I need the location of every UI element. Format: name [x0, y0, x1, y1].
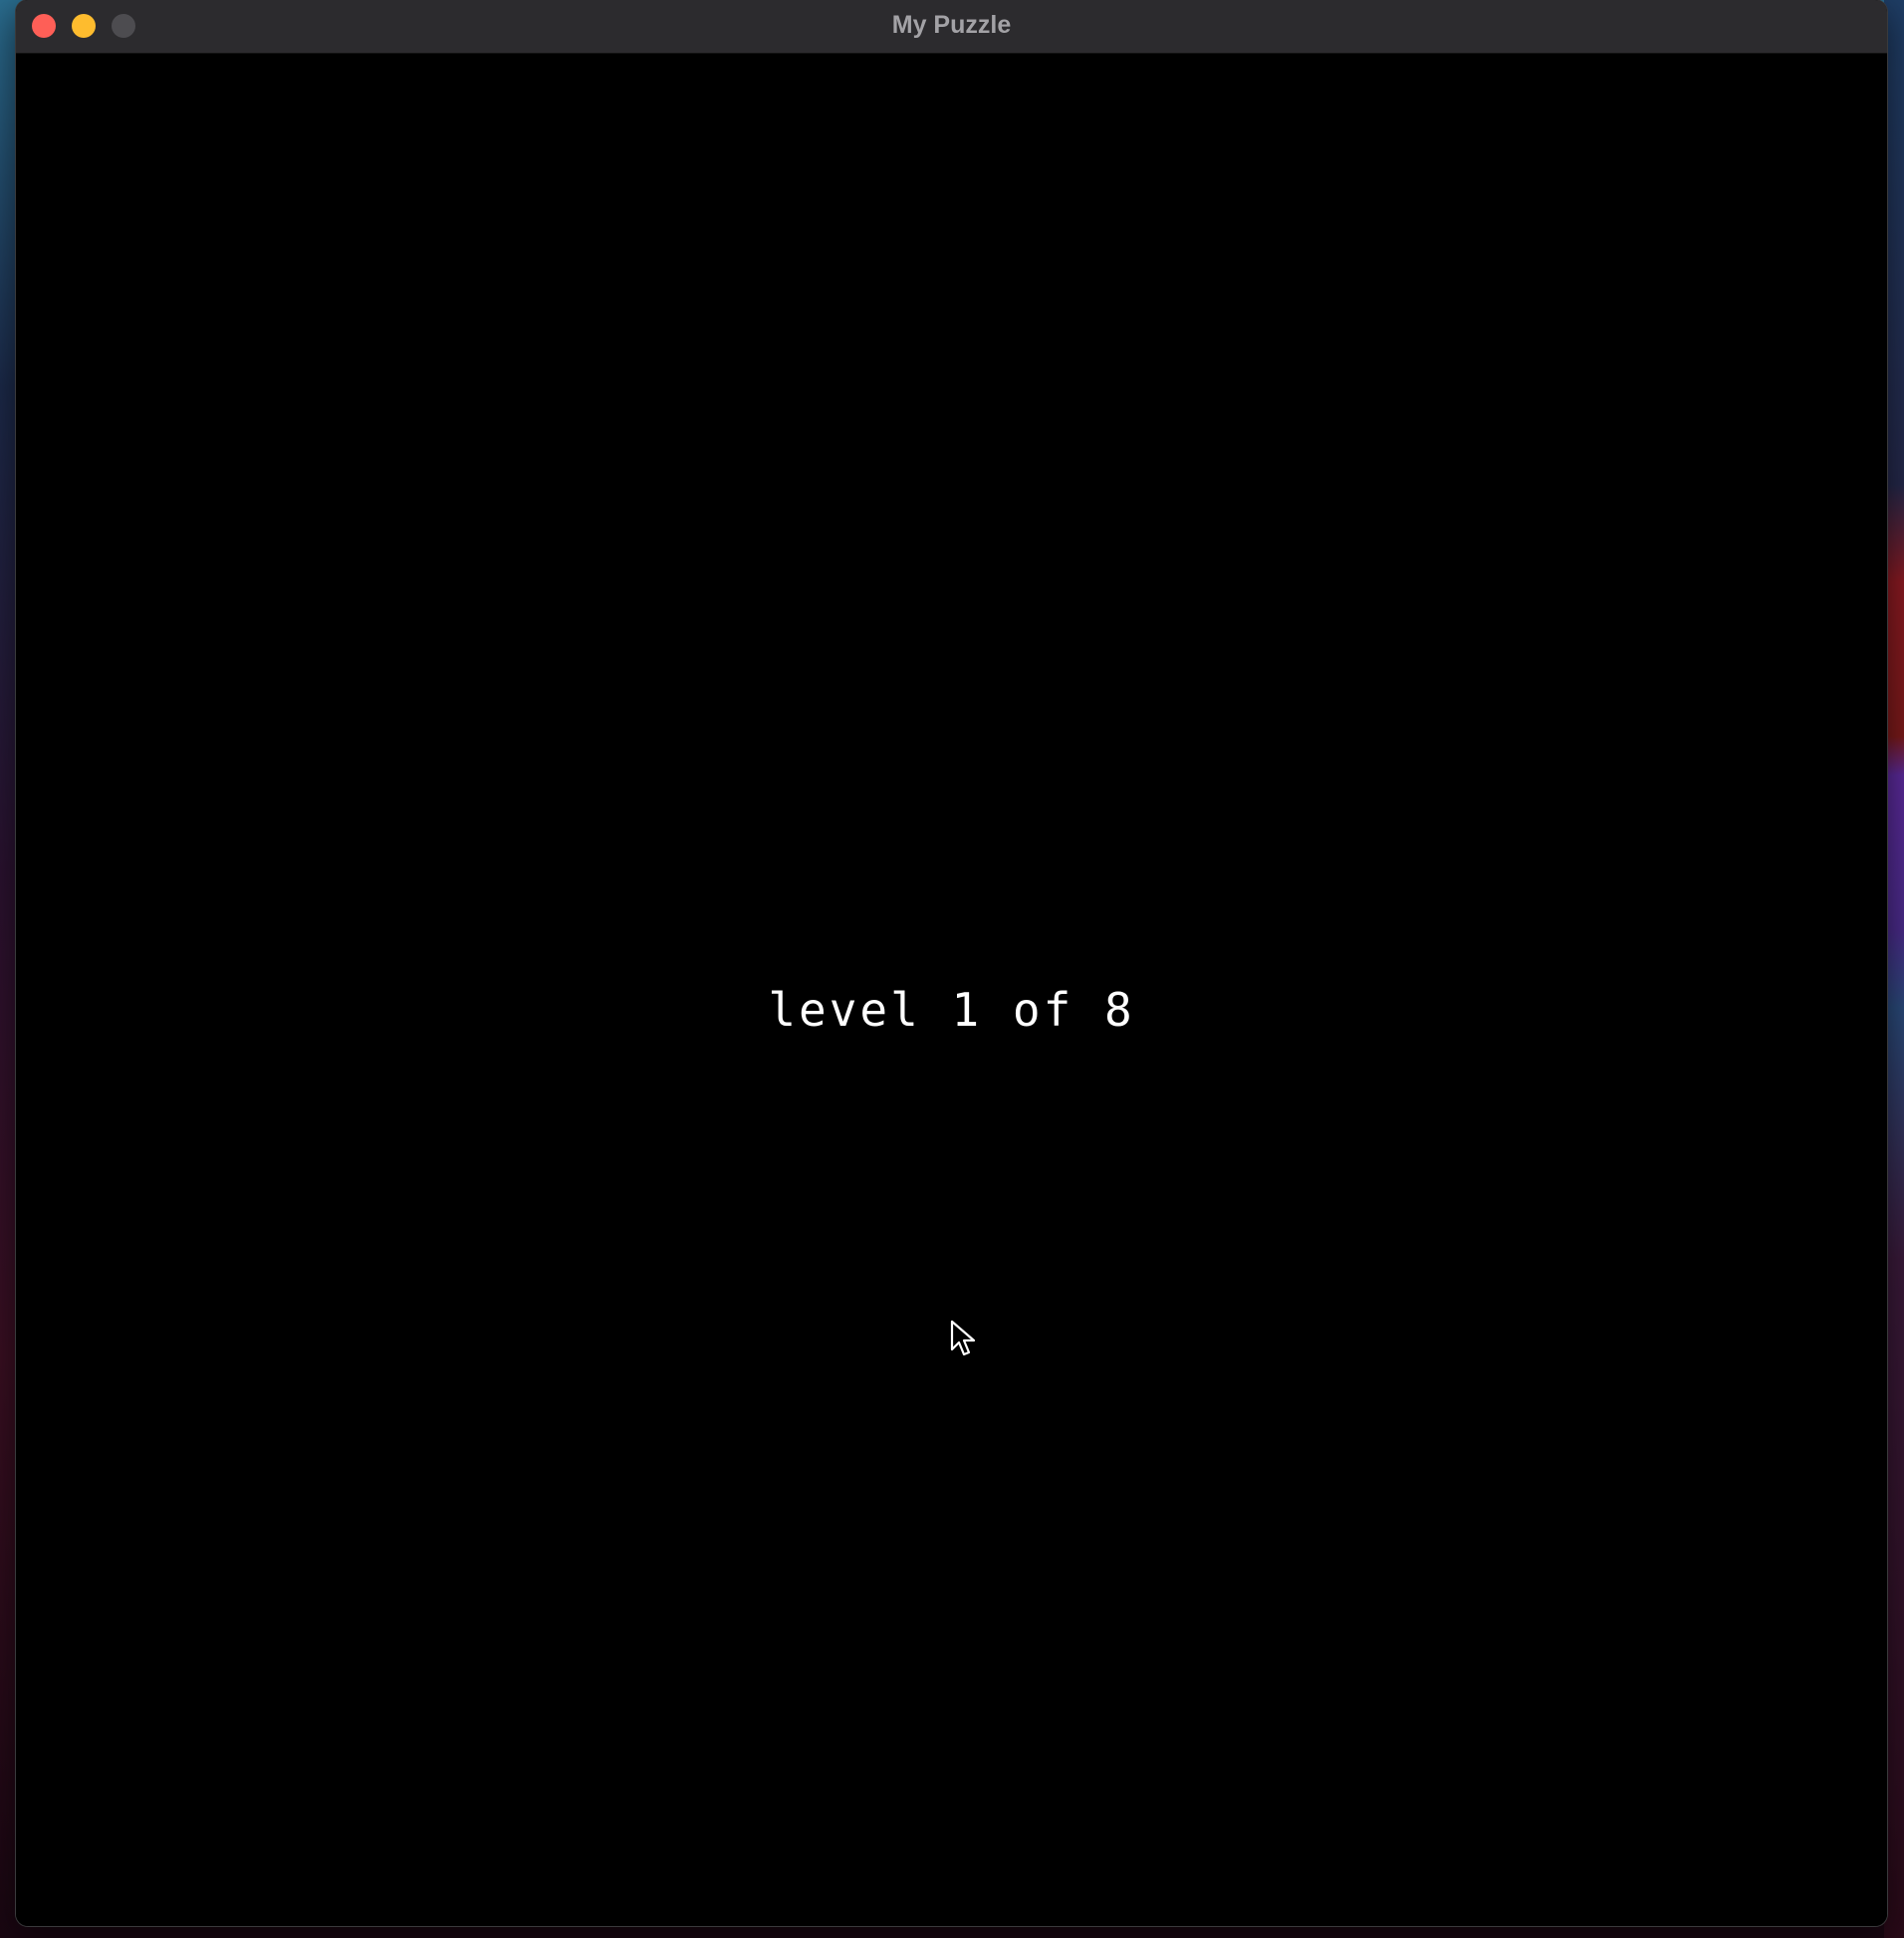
desktop-wallpaper	[1884, 0, 1904, 1938]
window-title: My Puzzle	[891, 11, 1012, 39]
game-canvas[interactable]: level 1 of 8	[16, 54, 1887, 1926]
app-window: My Puzzle level 1 of 8	[16, 0, 1887, 1926]
title-bar[interactable]: My Puzzle	[16, 0, 1887, 54]
level-indicator: level 1 of 8	[768, 983, 1135, 1037]
mouse-pointer-icon	[950, 1320, 976, 1356]
